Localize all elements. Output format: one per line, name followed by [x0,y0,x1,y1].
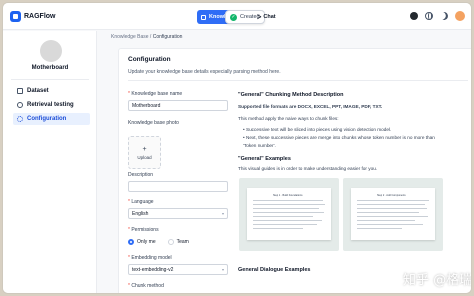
radio-selected-icon [128,239,134,245]
perm-only-me-option[interactable]: Only me [128,239,156,245]
embedding-value: text-embedding-v2 [132,266,174,273]
sidebar-item-label: Dataset [27,88,49,94]
chevron-down-icon: ▾ [221,267,224,272]
sidebar-divider [11,79,89,80]
example-image: Step 1 · Build Foundations [239,178,339,251]
examples-text: This visual guides is in order to make u… [238,166,378,171]
app-name: RAGFlow [24,13,56,20]
perm-team-option[interactable]: Team [167,239,189,245]
check-icon: ✓ [230,13,237,21]
nav-chat[interactable]: ᐳ Chat [257,10,276,24]
language-value: English [132,210,149,217]
theme-moon-icon[interactable] [439,11,449,21]
perm-option-label: Only me [137,239,156,245]
top-right-actions [410,11,465,21]
language-select[interactable]: English ▾ [128,208,228,219]
permissions-label: * Permissions [128,227,159,233]
sidebar-item-configuration[interactable]: Configuration [13,113,90,125]
permissions-radio-group: Only me Team [128,239,197,245]
description-label: Description [128,172,154,178]
chevron-down-icon: ▾ [221,211,224,216]
breadcrumb-parent[interactable]: Knowledge Base [111,34,149,40]
watermark: 知乎 @格瑞图 [403,273,472,288]
example-image: Step 2 · Add Components [343,178,443,251]
method-bullet: • Successive text will be sliced into pi… [243,127,392,132]
card-divider [128,80,468,81]
sidebar-item-label: Retrieval testing [27,102,74,108]
embedding-label: * Embedding model [128,255,172,261]
kb-photo-label: Knowledge base photo [128,120,179,126]
sidebar-item-retrieval-testing[interactable]: Retrieval testing [13,99,90,111]
app-window: RAGFlow Knowled ✓ Created ᐳ Chat Motherb… [2,2,472,294]
sidebar-item-label: Configuration [27,116,67,122]
example-page-heading: Step 2 · Add Components [377,194,406,197]
description-input[interactable] [128,181,228,192]
breadcrumb-separator: / [149,34,152,40]
configuration-card: Configuration Update your knowledge base… [118,48,471,293]
example-page: Step 2 · Add Components [351,188,435,240]
sidebar: Motherboard Dataset Retrieval testing Co… [3,31,97,293]
example-page-heading: Step 1 · Build Foundations [273,194,303,197]
language-label: * Language [128,199,154,205]
kb-avatar [40,40,62,62]
sidebar-item-dataset[interactable]: Dataset [13,85,90,97]
language-globe-icon[interactable] [425,12,433,20]
kb-name-input[interactable]: Motherboard [128,100,228,111]
app-logo[interactable]: RAGFlow [10,11,56,22]
breadcrumb-current: Configuration [152,34,183,40]
photo-upload-button[interactable]: + Upload [128,136,161,169]
knowledge-base-icon [201,14,206,20]
chat-icon: ᐳ [257,14,262,21]
ragflow-logo-icon [10,11,21,22]
dialogue-examples-title: General Dialogue Examples [238,267,311,273]
gear-icon [17,116,23,122]
top-bar: RAGFlow Knowled ✓ Created ᐳ Chat [3,3,471,30]
kb-name: Motherboard [31,65,69,71]
user-avatar[interactable] [455,11,465,21]
nav-chat-label: Chat [263,14,276,20]
method-bullet-continued: 'Token number'. [243,143,276,148]
kb-name-label: * Knowledge base name [128,91,183,97]
examples-title: "General" Examples [238,156,291,162]
page-title: Configuration [128,56,171,63]
page-subtitle: Update your knowledge base details espec… [128,69,281,75]
method-title: "General" Chunking Method Description [238,92,344,98]
radio-empty-icon [167,239,174,245]
retrieval-test-icon [17,102,23,108]
upload-label: Upload [137,154,152,160]
method-bullet: • Next, these successive pieces are merg… [243,135,435,140]
method-intro: This method apply the naive ways to chun… [238,116,339,121]
breadcrumb: Knowledge Base / Configuration [111,34,182,40]
document-icon [17,88,23,94]
perm-option-label: Team [176,239,189,245]
embedding-select[interactable]: text-embedding-v2 ▾ [128,264,228,275]
plus-icon: + [142,145,147,153]
chunk-method-label: * Chunk method [128,283,164,289]
github-icon[interactable] [410,12,418,20]
method-formats: Supported file formats are DOCX, EXCEL, … [238,104,383,109]
example-page: Step 1 · Build Foundations [247,188,331,240]
